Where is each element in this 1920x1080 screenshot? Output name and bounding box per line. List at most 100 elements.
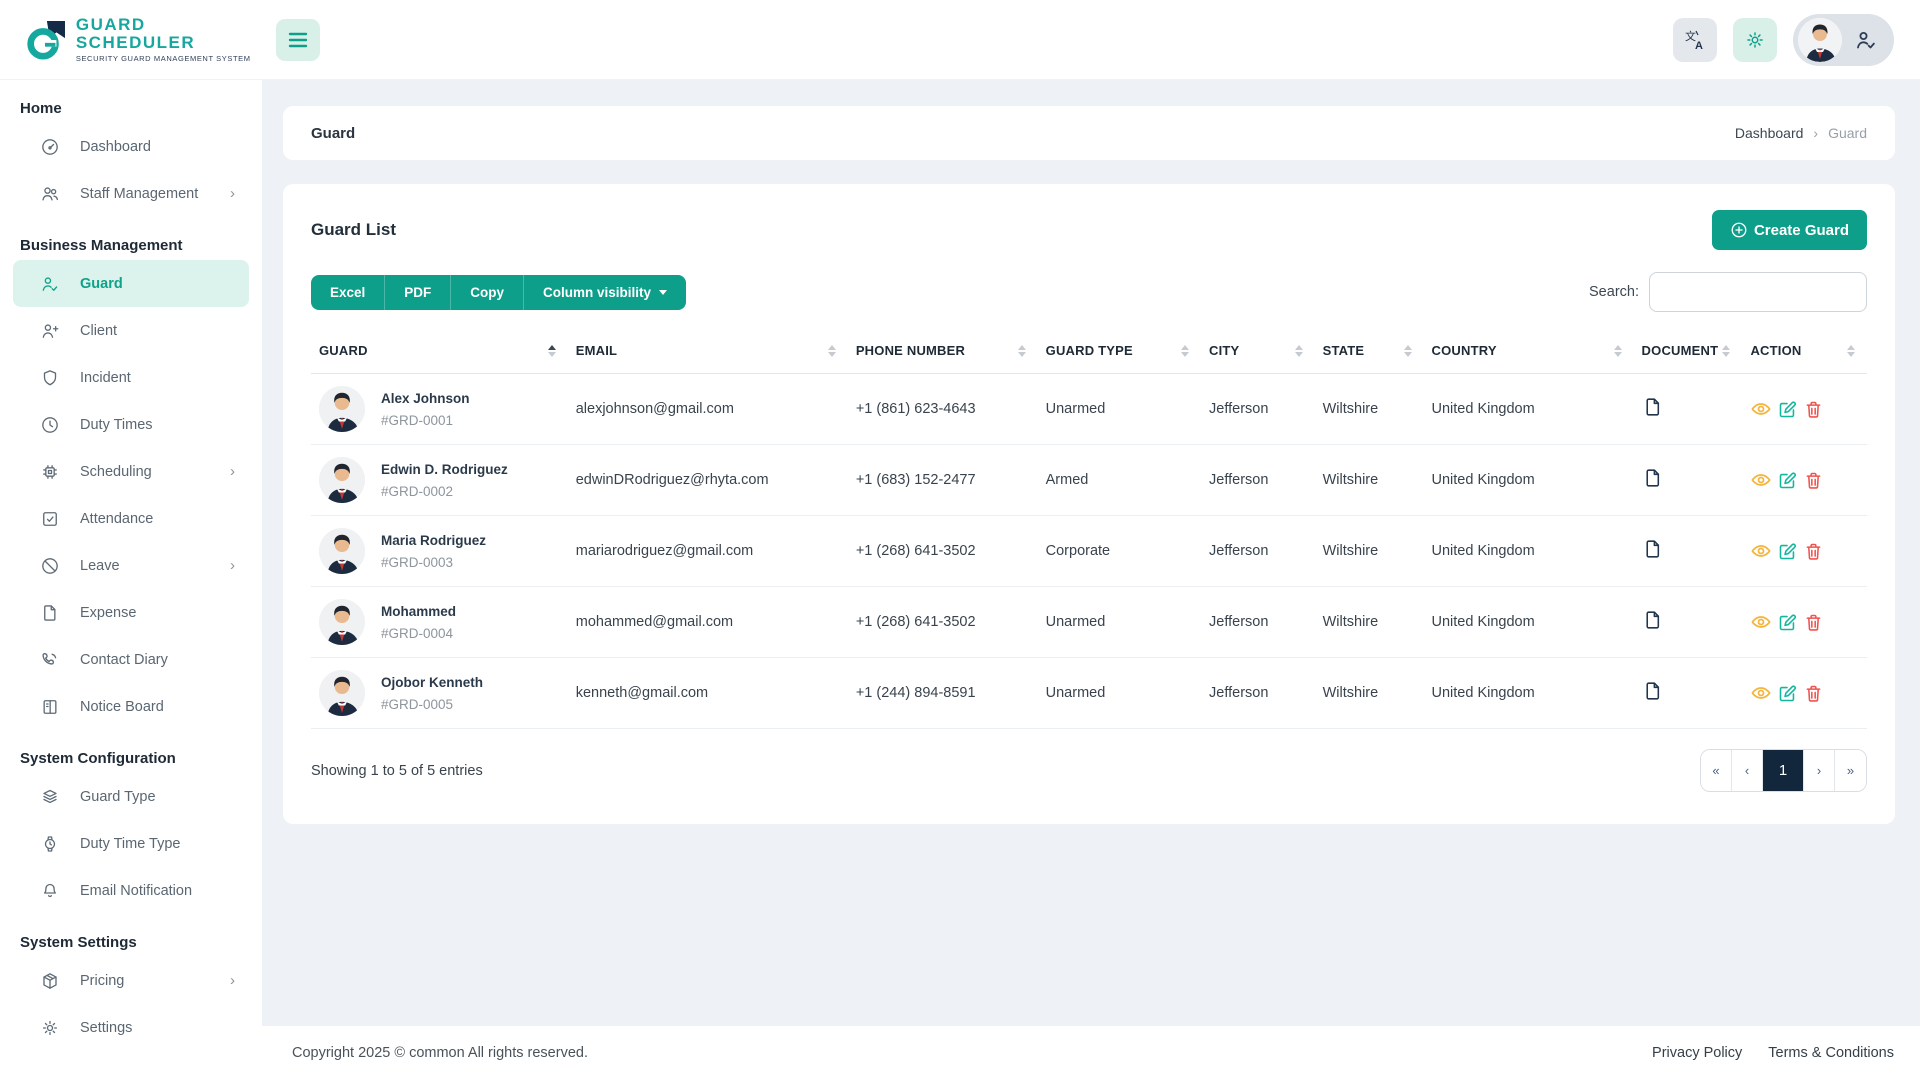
search-input[interactable]: [1649, 272, 1867, 312]
pagination-page-1-button[interactable]: 1: [1763, 750, 1804, 791]
sidebar-item-contact-diary[interactable]: Contact Diary: [13, 636, 249, 683]
table-row: Maria Rodriguez #GRD-0003 mariarodriguez…: [311, 515, 1867, 587]
pagination-first-button[interactable]: «: [1701, 750, 1732, 791]
breadcrumb-dashboard-link[interactable]: Dashboard: [1735, 125, 1804, 141]
sidebar-item-duty-time-type[interactable]: Duty Time Type: [13, 820, 249, 867]
column-header-action[interactable]: ACTION: [1742, 328, 1867, 374]
delete-icon[interactable]: [1803, 470, 1824, 491]
delete-icon[interactable]: [1803, 612, 1824, 633]
sidebar-item-leave[interactable]: Leave ›: [13, 542, 249, 589]
edit-icon[interactable]: [1777, 683, 1798, 704]
watch-icon: [40, 834, 60, 854]
view-icon[interactable]: [1750, 540, 1772, 562]
sidebar-item-expense[interactable]: Expense: [13, 589, 249, 636]
guard-state: Wiltshire: [1314, 444, 1424, 516]
guard-avatar: [319, 386, 365, 432]
document-icon[interactable]: [1642, 538, 1664, 560]
pagination-next-button[interactable]: ›: [1804, 750, 1835, 791]
sidebar-item-email-notification[interactable]: Email Notification: [13, 867, 249, 914]
view-icon[interactable]: [1750, 611, 1772, 633]
document-icon[interactable]: [1642, 609, 1664, 631]
language-button[interactable]: 文 A: [1673, 17, 1717, 62]
column-header-phone[interactable]: PHONE NUMBER: [847, 328, 1038, 374]
guard-email: alexjohnson@gmail.com: [567, 373, 848, 445]
column-header-document[interactable]: DOCUMENT: [1633, 328, 1743, 374]
column-header-city[interactable]: CITY: [1201, 328, 1315, 374]
table-row: Mohammed #GRD-0004 mohammed@gmail.com +1…: [311, 586, 1867, 658]
table-header-row: GUARD EMAIL PHONE NUMBER GUARD TYPE CITY…: [311, 328, 1867, 374]
sidebar-item-scheduling[interactable]: Scheduling ›: [13, 448, 249, 495]
guard-country: United Kingdom: [1423, 586, 1634, 658]
column-header-state[interactable]: STATE: [1314, 328, 1424, 374]
sidebar-item-dashboard[interactable]: Dashboard: [13, 123, 249, 170]
sidebar-item-guard[interactable]: Guard: [13, 260, 249, 307]
delete-icon[interactable]: [1803, 683, 1824, 704]
export-button-group: Excel PDF Copy Column visibility: [311, 274, 687, 310]
view-icon[interactable]: [1750, 398, 1772, 420]
sidebar-item-incident[interactable]: Incident: [13, 354, 249, 401]
edit-icon[interactable]: [1777, 612, 1798, 633]
sidebar-item-label: Pricing: [80, 972, 125, 989]
view-icon[interactable]: [1750, 682, 1772, 704]
guard-table-body: Alex Johnson #GRD-0001 alexjohnson@gmail…: [311, 373, 1867, 729]
document-icon[interactable]: [1642, 396, 1664, 418]
sidebar-item-label: Scheduling: [80, 463, 152, 480]
sidebar-item-label: Settings: [80, 1019, 133, 1036]
sidebar-toggle-button[interactable]: [276, 18, 320, 61]
pagination-last-button[interactable]: »: [1835, 750, 1866, 791]
create-guard-label: Create Guard: [1753, 221, 1849, 239]
create-guard-button[interactable]: Create Guard: [1711, 210, 1867, 250]
gear-icon: [40, 1018, 60, 1038]
view-icon[interactable]: [1750, 469, 1772, 491]
column-visibility-button[interactable]: Column visibility: [524, 274, 687, 310]
delete-icon[interactable]: [1803, 399, 1824, 420]
profile-menu[interactable]: [1793, 13, 1894, 66]
breadcrumb-separator-icon: ›: [1813, 125, 1819, 141]
privacy-policy-link[interactable]: Privacy Policy: [1652, 1045, 1742, 1061]
page-title: Guard: [311, 124, 356, 142]
sort-icon: [1017, 344, 1026, 357]
guard-email: kenneth@gmail.com: [567, 657, 848, 729]
pagination-prev-button[interactable]: ‹: [1732, 750, 1763, 791]
sidebar-item-duty-times[interactable]: Duty Times: [13, 401, 249, 448]
shield-icon: [40, 368, 60, 388]
person-plus-icon: [40, 321, 60, 341]
breadcrumb: Dashboard › Guard: [1735, 125, 1867, 141]
guard-id: #GRD-0001: [381, 412, 454, 428]
settings-button[interactable]: [1733, 17, 1777, 62]
sidebar-item-guard-type[interactable]: Guard Type: [13, 773, 249, 820]
sidebar-item-attendance[interactable]: Attendance: [13, 495, 249, 542]
column-header-guard-type[interactable]: GUARD TYPE: [1037, 328, 1202, 374]
sidebar-item-client[interactable]: Client: [13, 307, 249, 354]
brand-title: GUARD SCHEDULER: [75, 14, 196, 53]
sidebar-item-label: Duty Time Type: [80, 835, 181, 852]
brand-logo[interactable]: GUARD SCHEDULER SECURITY GUARD MANAGEMEN…: [0, 14, 262, 64]
copy-button[interactable]: Copy: [451, 274, 525, 310]
column-header-country[interactable]: COUNTRY: [1423, 328, 1634, 374]
chevron-right-icon: ›: [230, 972, 235, 989]
edit-icon[interactable]: [1777, 541, 1798, 562]
sidebar-item-label: Client: [80, 322, 118, 339]
sidebar-item-settings[interactable]: Settings: [13, 1004, 249, 1051]
edit-icon[interactable]: [1777, 399, 1798, 420]
layers-icon: [40, 787, 60, 807]
chevron-right-icon: ›: [230, 463, 235, 480]
sidebar-item-label: Contact Diary: [80, 651, 168, 668]
terms-conditions-link[interactable]: Terms & Conditions: [1768, 1045, 1894, 1061]
column-header-guard[interactable]: GUARD: [311, 328, 568, 374]
excel-button[interactable]: Excel: [311, 274, 386, 310]
document-icon[interactable]: [1642, 680, 1664, 702]
guard-cell: Alex Johnson #GRD-0001: [319, 386, 560, 432]
document-icon[interactable]: [1642, 467, 1664, 489]
pdf-button[interactable]: PDF: [385, 274, 452, 310]
edit-icon[interactable]: [1777, 470, 1798, 491]
guard-phone: +1 (861) 623-4643: [847, 373, 1038, 445]
sidebar-item-notice-board[interactable]: Notice Board: [13, 683, 249, 730]
sidebar-item-pricing[interactable]: Pricing ›: [13, 957, 249, 1004]
guard-email: edwinDRodriguez@rhyta.com: [567, 444, 848, 516]
row-actions: [1750, 398, 1859, 420]
column-header-email[interactable]: EMAIL: [567, 328, 848, 374]
sidebar-item-staff-management[interactable]: Staff Management ›: [13, 170, 249, 217]
delete-icon[interactable]: [1803, 541, 1824, 562]
guard-state: Wiltshire: [1314, 373, 1424, 445]
